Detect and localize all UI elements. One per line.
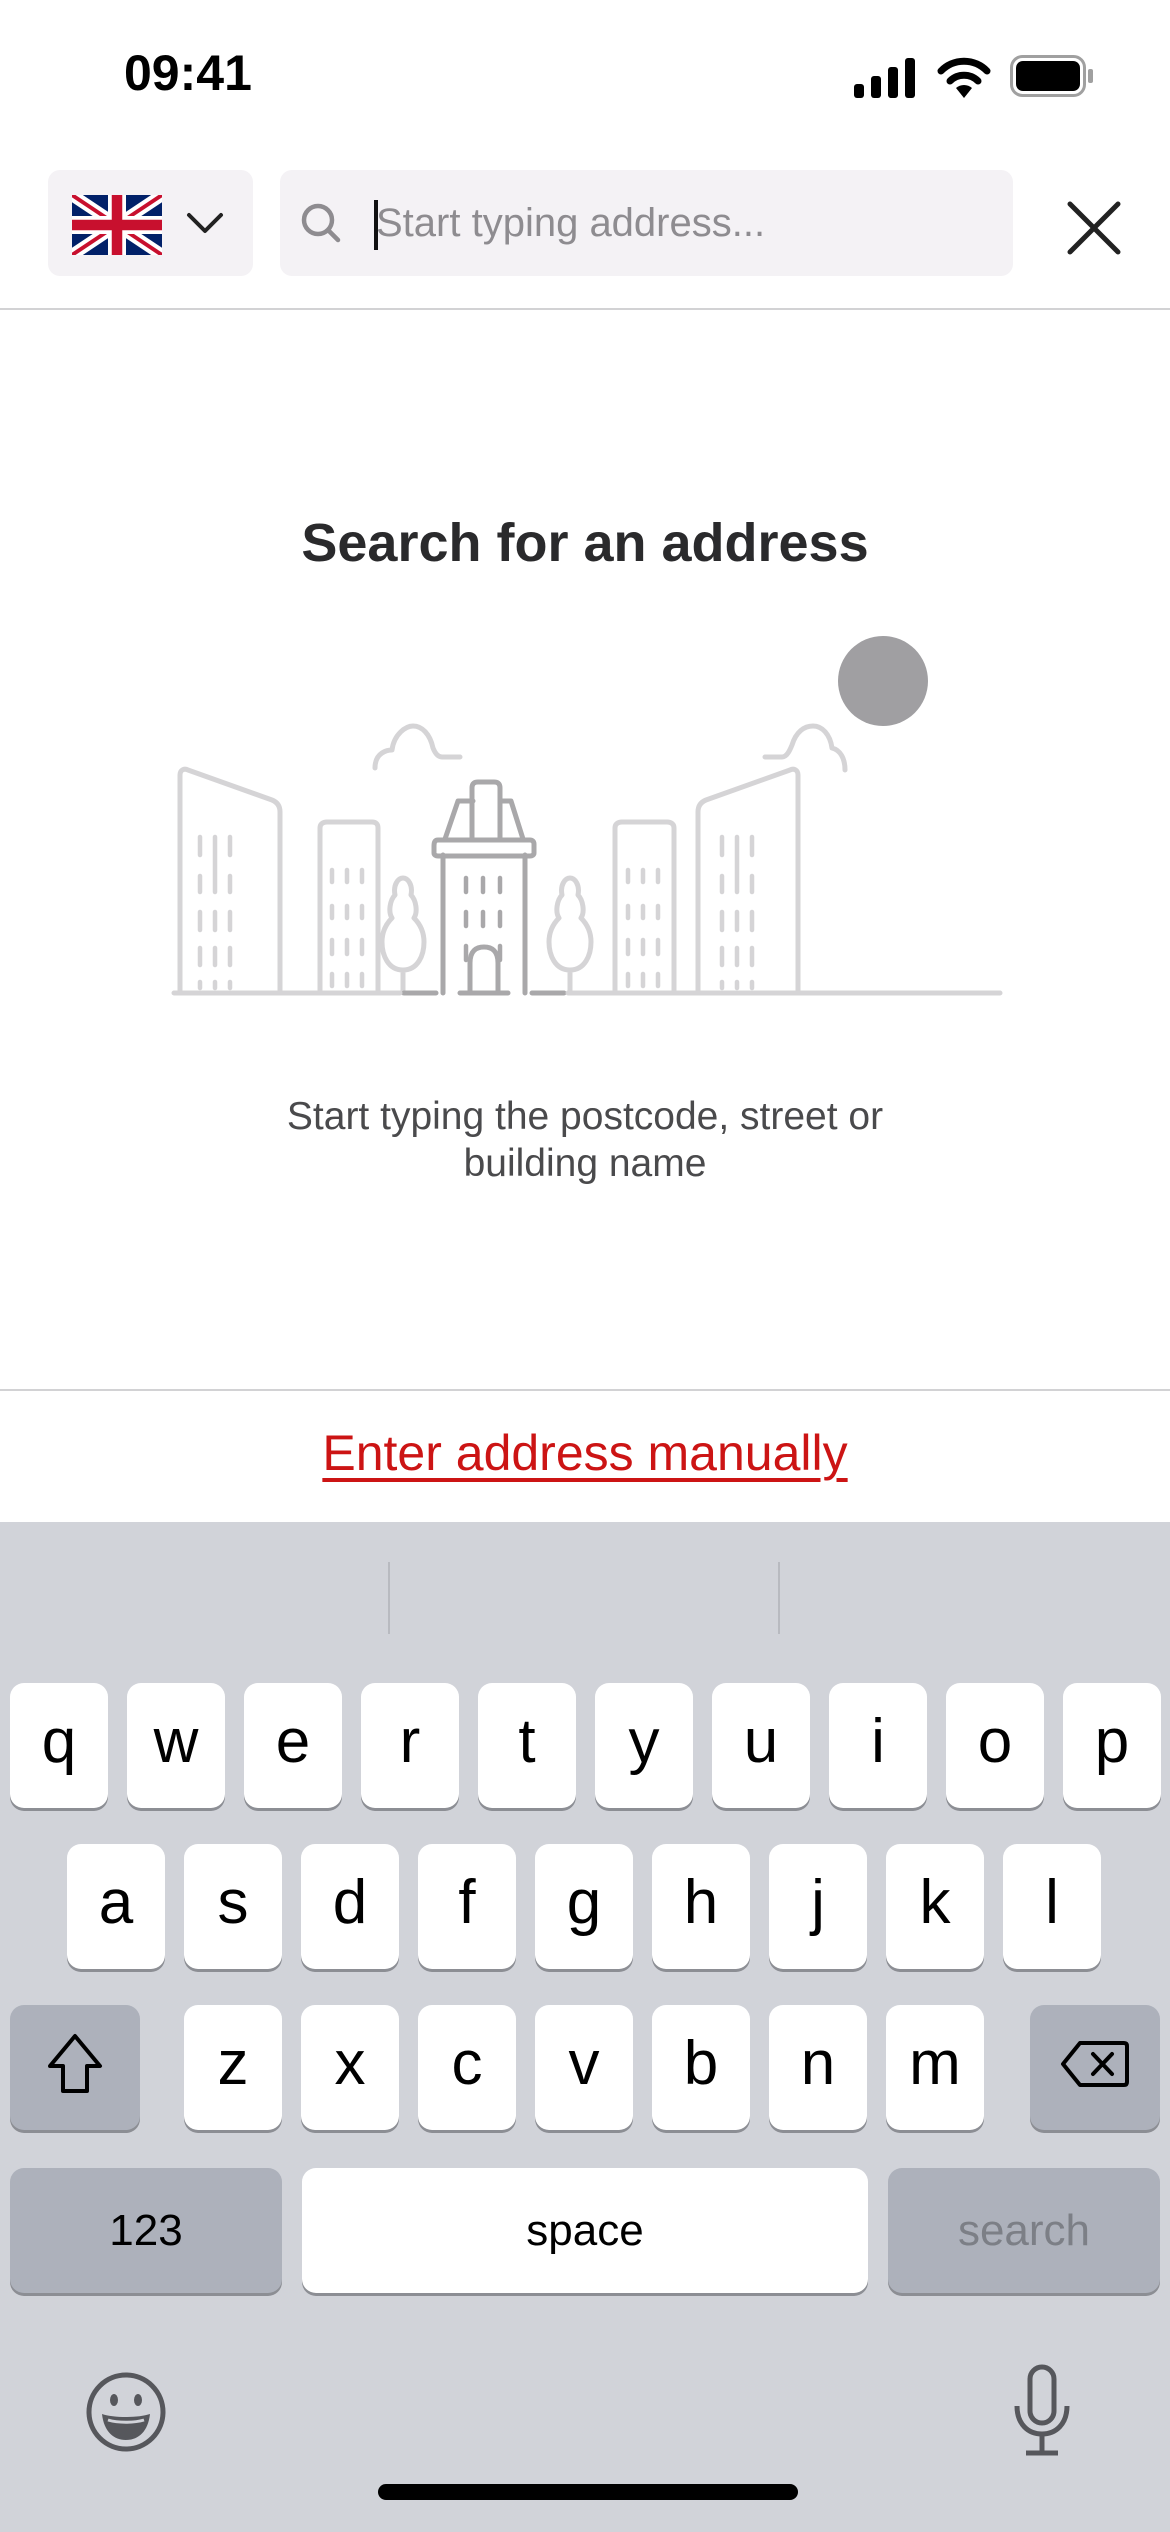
address-search-input[interactable]: [376, 170, 976, 276]
key-r[interactable]: r: [361, 1683, 459, 1808]
emoji-icon[interactable]: [84, 2370, 168, 2454]
key-o[interactable]: o: [946, 1683, 1044, 1808]
key-a[interactable]: a: [67, 1844, 165, 1969]
key-e[interactable]: e: [244, 1683, 342, 1808]
key-p[interactable]: p: [1063, 1683, 1161, 1808]
uk-flag-icon: [72, 195, 162, 255]
key-q[interactable]: q: [10, 1683, 108, 1808]
country-selector[interactable]: [48, 170, 253, 276]
footer-divider: [0, 1389, 1170, 1391]
key-g[interactable]: g: [535, 1844, 633, 1969]
search-icon: [301, 203, 341, 243]
backspace-icon: [1061, 2040, 1129, 2087]
chevron-down-icon: [187, 213, 223, 233]
shift-key[interactable]: [10, 2005, 140, 2130]
microphone-icon[interactable]: [1008, 2364, 1076, 2458]
status-time: 09:41: [124, 45, 252, 101]
key-f[interactable]: f: [418, 1844, 516, 1969]
battery-icon: [1010, 55, 1093, 97]
key-z[interactable]: z: [184, 2005, 282, 2130]
key-n[interactable]: n: [769, 2005, 867, 2130]
key-y[interactable]: y: [595, 1683, 693, 1808]
search-key[interactable]: search: [888, 2168, 1160, 2293]
instruction-text: Start typing the postcode, street or bui…: [150, 1093, 1020, 1187]
cellular-signal-icon: [854, 58, 915, 98]
key-x[interactable]: x: [301, 2005, 399, 2130]
suggestion-separator: [778, 1562, 780, 1634]
enter-address-manually-link[interactable]: Enter address manually: [0, 1424, 1170, 1482]
city-skyline-illustration: [171, 636, 1003, 996]
key-t[interactable]: t: [478, 1683, 576, 1808]
instruction-line-2: building name: [463, 1142, 707, 1185]
key-k[interactable]: k: [886, 1844, 984, 1969]
key-d[interactable]: d: [301, 1844, 399, 1969]
address-search-field[interactable]: [280, 170, 1013, 276]
key-h[interactable]: h: [652, 1844, 750, 1969]
close-icon[interactable]: [1058, 192, 1130, 264]
sun-icon: [838, 636, 928, 726]
key-w[interactable]: w: [127, 1683, 225, 1808]
on-screen-keyboard: qwertyuiop asdfghjkl zxcvbnm 123 space s…: [0, 1522, 1170, 2532]
key-i[interactable]: i: [829, 1683, 927, 1808]
key-v[interactable]: v: [535, 2005, 633, 2130]
key-s[interactable]: s: [184, 1844, 282, 1969]
delete-key[interactable]: [1030, 2005, 1160, 2130]
wifi-icon: [937, 57, 991, 98]
shift-icon: [48, 2033, 102, 2093]
key-b[interactable]: b: [652, 2005, 750, 2130]
home-indicator[interactable]: [378, 2484, 798, 2500]
page-title: Search for an address: [301, 513, 869, 573]
numbers-key[interactable]: 123: [10, 2168, 282, 2293]
space-key[interactable]: space: [302, 2168, 868, 2293]
key-c[interactable]: c: [418, 2005, 516, 2130]
header-divider: [0, 308, 1170, 310]
key-m[interactable]: m: [886, 2005, 984, 2130]
suggestion-separator: [388, 1562, 390, 1634]
key-u[interactable]: u: [712, 1683, 810, 1808]
key-j[interactable]: j: [769, 1844, 867, 1969]
instruction-line-1: Start typing the postcode, street or: [286, 1095, 884, 1138]
key-l[interactable]: l: [1003, 1844, 1101, 1969]
